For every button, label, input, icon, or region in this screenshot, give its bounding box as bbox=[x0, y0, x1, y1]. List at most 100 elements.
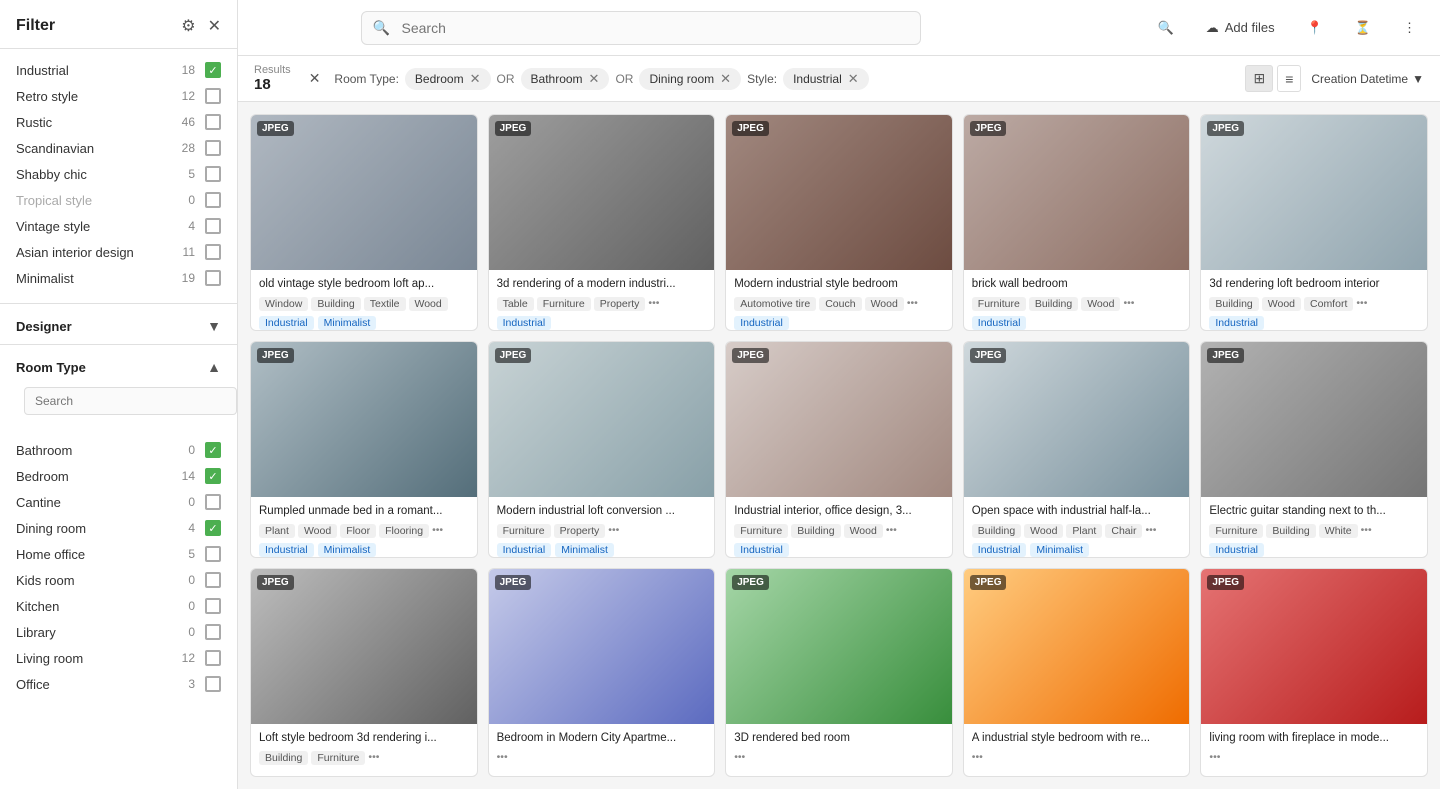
image-card[interactable]: JPEG Industrial interior, office design,… bbox=[725, 341, 953, 558]
image-card[interactable]: JPEG 3d rendering loft bedroom interior … bbox=[1200, 114, 1428, 331]
location-btn[interactable]: 📍 bbox=[1299, 16, 1331, 40]
more-btn[interactable]: ⋮ bbox=[1395, 16, 1424, 40]
chip-remove-btn[interactable]: ✕ bbox=[589, 71, 600, 87]
image-card[interactable]: JPEG 3D rendered bed room ••• bbox=[725, 568, 953, 777]
room-item-checkbox[interactable] bbox=[205, 442, 221, 458]
style-tag: Minimalist bbox=[318, 543, 377, 557]
room-item-checkbox[interactable] bbox=[205, 494, 221, 510]
room-type-filter-item[interactable]: Library 0 bbox=[0, 619, 237, 645]
style-filter-item[interactable]: Asian interior design 11 bbox=[0, 239, 237, 265]
style-item-checkbox[interactable] bbox=[205, 88, 221, 104]
image-thumbnail: JPEG bbox=[964, 342, 1190, 497]
search-advanced-btn[interactable]: 🔍 bbox=[1150, 16, 1182, 40]
close-icon[interactable]: ✕ bbox=[208, 16, 221, 36]
image-card[interactable]: JPEG Modern industrial style bedroom Aut… bbox=[725, 114, 953, 331]
image-card[interactable]: JPEG old vintage style bedroom loft ap..… bbox=[250, 114, 478, 331]
room-type-filter-item[interactable]: Cantine 0 bbox=[0, 489, 237, 515]
style-filter-item[interactable]: Shabby chic 5 bbox=[0, 161, 237, 187]
room-item-checkbox[interactable] bbox=[205, 468, 221, 484]
image-card[interactable]: JPEG Open space with industrial half-la.… bbox=[963, 341, 1191, 558]
more-tags[interactable]: ••• bbox=[1209, 751, 1220, 763]
room-type-filter-item[interactable]: Bedroom 14 bbox=[0, 463, 237, 489]
add-files-btn[interactable]: ☁ Add files bbox=[1198, 16, 1283, 40]
filter-chip[interactable]: Dining room ✕ bbox=[639, 68, 741, 90]
image-card[interactable]: JPEG Bedroom in Modern City Apartme... •… bbox=[488, 568, 716, 777]
chip-remove-btn[interactable]: ✕ bbox=[470, 71, 481, 87]
more-tags[interactable]: ••• bbox=[368, 751, 379, 765]
more-tags[interactable]: ••• bbox=[907, 297, 918, 311]
room-type-search[interactable] bbox=[24, 387, 237, 415]
room-item-checkbox[interactable] bbox=[205, 546, 221, 562]
image-card[interactable]: JPEG Modern industrial loft conversion .… bbox=[488, 341, 716, 558]
list-view-btn[interactable]: ≡ bbox=[1277, 65, 1301, 92]
style-filter-item[interactable]: Retro style 12 bbox=[0, 83, 237, 109]
more-tags[interactable]: ••• bbox=[972, 751, 983, 763]
style-item-checkbox[interactable] bbox=[205, 166, 221, 182]
room-type-filter-item[interactable]: Kids room 0 bbox=[0, 567, 237, 593]
style-item-checkbox[interactable] bbox=[205, 114, 221, 130]
image-card[interactable]: JPEG brick wall bedroom FurnitureBuildin… bbox=[963, 114, 1191, 331]
room-type-filter-item[interactable]: Kitchen 0 bbox=[0, 593, 237, 619]
style-tag: Industrial bbox=[259, 543, 314, 557]
grid-view-btn[interactable]: ⊞ bbox=[1245, 65, 1273, 92]
image-card[interactable]: JPEG 3d rendering of a modern industri..… bbox=[488, 114, 716, 331]
chip-remove-btn[interactable]: ✕ bbox=[720, 71, 731, 87]
style-item-checkbox[interactable] bbox=[205, 140, 221, 156]
format-badge: JPEG bbox=[495, 121, 532, 136]
style-filter-item[interactable]: Vintage style 4 bbox=[0, 213, 237, 239]
more-tags[interactable]: ••• bbox=[608, 524, 619, 538]
room-item-checkbox[interactable] bbox=[205, 624, 221, 640]
more-tags[interactable]: ••• bbox=[432, 524, 443, 538]
style-item-checkbox[interactable] bbox=[205, 192, 221, 208]
clear-filter-btn[interactable]: ✕ bbox=[309, 70, 321, 87]
style-filter-item[interactable]: Minimalist 19 bbox=[0, 265, 237, 291]
image-tags: FurnitureBuildingWood••• bbox=[734, 524, 944, 538]
room-type-filter-item[interactable]: Bathroom 0 bbox=[0, 437, 237, 463]
room-type-section-header[interactable]: Room Type ▲ bbox=[0, 349, 237, 381]
filter-chip[interactable]: Bedroom✕ bbox=[405, 68, 491, 90]
more-tags[interactable]: ••• bbox=[1145, 524, 1156, 538]
style-item-checkbox[interactable] bbox=[205, 62, 221, 78]
image-card[interactable]: JPEG Loft style bedroom 3d rendering i..… bbox=[250, 568, 478, 777]
style-filter-item[interactable]: Industrial 18 bbox=[0, 57, 237, 83]
tag: Wood bbox=[1024, 524, 1063, 538]
more-tags[interactable]: ••• bbox=[497, 751, 508, 763]
more-tags[interactable]: ••• bbox=[1356, 297, 1367, 311]
more-tags[interactable]: ••• bbox=[886, 524, 897, 538]
room-type-filter-item[interactable]: Living room 12 bbox=[0, 645, 237, 671]
room-item-checkbox[interactable] bbox=[205, 676, 221, 692]
style-item-checkbox[interactable] bbox=[205, 218, 221, 234]
chip-remove-btn[interactable]: ✕ bbox=[848, 71, 859, 87]
image-card[interactable]: JPEG A industrial style bedroom with re.… bbox=[963, 568, 1191, 777]
room-type-filter-item[interactable]: Dining room 4 bbox=[0, 515, 237, 541]
style-item-count: 11 bbox=[175, 245, 195, 259]
more-tags[interactable]: ••• bbox=[734, 751, 745, 763]
image-info: Electric guitar standing next to th... F… bbox=[1201, 497, 1427, 558]
sort-btn[interactable]: Creation Datetime ▼ bbox=[1311, 72, 1424, 86]
room-item-checkbox[interactable] bbox=[205, 572, 221, 588]
room-type-filter-item[interactable]: Office 3 bbox=[0, 671, 237, 697]
style-filter-item[interactable]: Scandinavian 28 bbox=[0, 135, 237, 161]
more-tags[interactable]: ••• bbox=[1123, 297, 1134, 311]
person-btn[interactable]: ⏳ bbox=[1347, 16, 1379, 40]
designer-section-header[interactable]: Designer ▼ bbox=[0, 308, 237, 340]
style-item-count: 0 bbox=[175, 193, 195, 207]
image-card[interactable]: JPEG living room with fireplace in mode.… bbox=[1200, 568, 1428, 777]
style-item-checkbox[interactable] bbox=[205, 270, 221, 286]
room-item-checkbox[interactable] bbox=[205, 598, 221, 614]
chip-label: Dining room bbox=[649, 72, 714, 86]
search-input[interactable] bbox=[361, 11, 921, 45]
image-card[interactable]: JPEG Rumpled unmade bed in a romant... P… bbox=[250, 341, 478, 558]
image-card[interactable]: JPEG Electric guitar standing next to th… bbox=[1200, 341, 1428, 558]
filter-chip[interactable]: Bathroom✕ bbox=[521, 68, 610, 90]
style-chip[interactable]: Industrial✕ bbox=[783, 68, 869, 90]
more-tags[interactable]: ••• bbox=[648, 297, 659, 311]
style-filter-item[interactable]: Rustic 46 bbox=[0, 109, 237, 135]
settings-icon[interactable]: ⚙ bbox=[181, 16, 195, 36]
room-item-checkbox[interactable] bbox=[205, 520, 221, 536]
style-item-checkbox[interactable] bbox=[205, 244, 221, 260]
room-item-checkbox[interactable] bbox=[205, 650, 221, 666]
more-tags[interactable]: ••• bbox=[1361, 524, 1372, 538]
room-type-filter-item[interactable]: Home office 5 bbox=[0, 541, 237, 567]
style-filter-item[interactable]: Tropical style 0 bbox=[0, 187, 237, 213]
